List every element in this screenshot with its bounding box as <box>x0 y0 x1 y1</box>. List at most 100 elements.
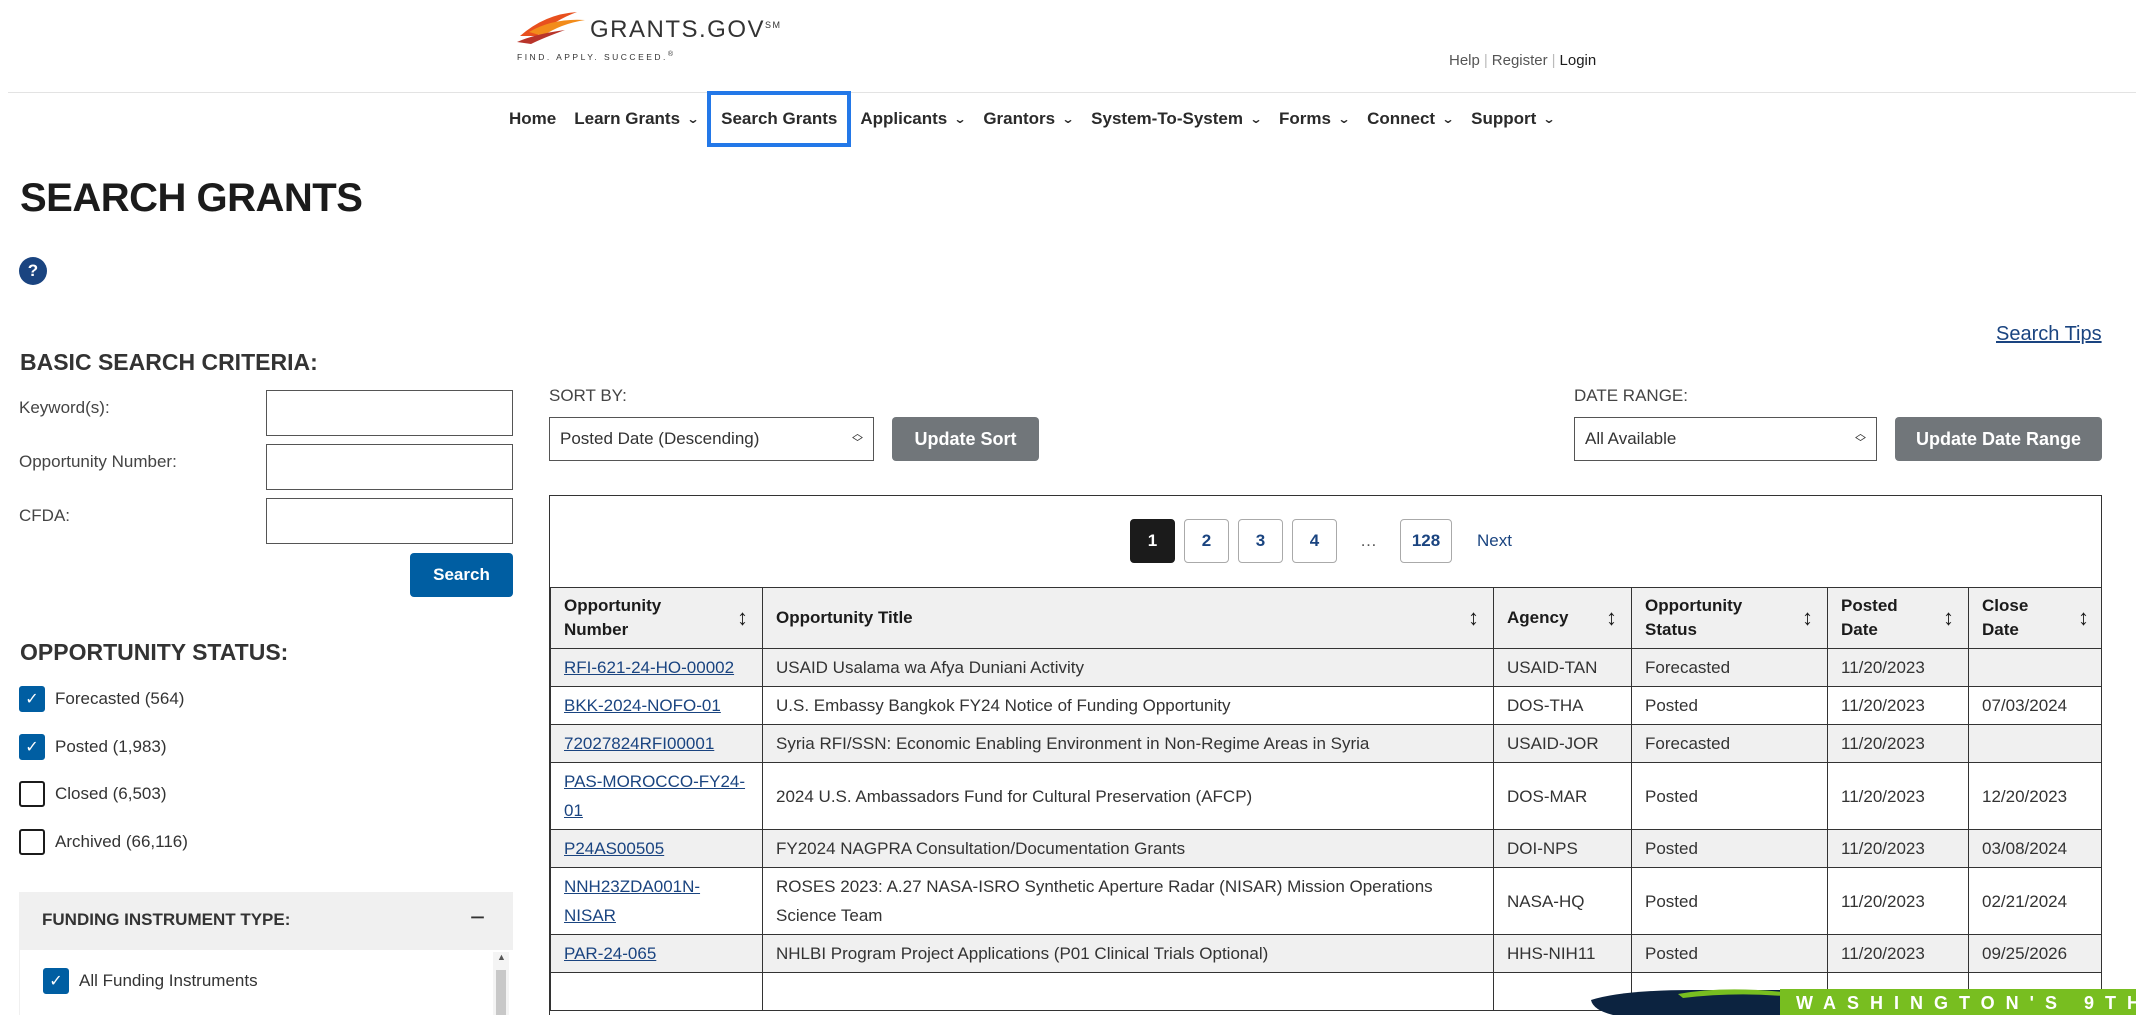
cell-posted-date: 11/20/2023 <box>1827 648 1969 687</box>
opportunity-number-link[interactable]: BKK-2024-NOFO-01 <box>564 696 721 715</box>
washington-9th-banner: WASHINGTON'S 9TH <box>1780 989 2136 1015</box>
sort-select[interactable]: Posted Date (Descending) ︿ ﹀ <box>549 417 874 461</box>
opportunity-number-link[interactable]: P24AS00505 <box>564 839 664 858</box>
opportunity-number-link[interactable]: NNH23ZDA001N-NISAR <box>564 877 700 925</box>
cell-opportunity-number: NNH23ZDA001N-NISAR <box>550 867 763 935</box>
chevron-down-icon: ⌄ <box>1441 112 1455 126</box>
nav-label: Applicants <box>860 109 948 128</box>
status-closed[interactable]: Closed (6,503) <box>19 781 167 807</box>
cell-agency: DOI-NPS <box>1493 829 1632 868</box>
nav-label: Support <box>1471 109 1537 128</box>
sort-arrows-icon[interactable]: ↕ <box>1802 606 1813 630</box>
next-page-link[interactable]: Next <box>1477 531 1512 551</box>
cell-opportunity-title: FY2024 NAGPRA Consultation/Documentation… <box>762 829 1494 868</box>
opportunity-number-link[interactable]: PAS-MOROCCO-FY24-01 <box>564 772 745 820</box>
search-button[interactable]: Search <box>410 553 513 597</box>
checkbox-checked-icon[interactable]: ✓ <box>19 686 45 712</box>
checkbox-empty-icon[interactable] <box>19 829 45 855</box>
opportunity-number-input[interactable] <box>266 444 513 490</box>
sort-arrows-icon[interactable]: ↕ <box>1606 606 1617 630</box>
page-3-button[interactable]: 3 <box>1238 519 1283 563</box>
status-posted[interactable]: ✓ Posted (1,983) <box>19 734 167 760</box>
column-header-opportunity-title[interactable]: Opportunity Title ↕ <box>762 587 1494 649</box>
cell-agency: DOS-MAR <box>1493 762 1632 830</box>
list-scrollbar[interactable]: ▲ <box>493 952 509 1015</box>
nav-label: Forms <box>1279 109 1331 128</box>
update-date-range-button[interactable]: Update Date Range <box>1895 417 2102 461</box>
keyword-row: Keyword(s): <box>19 390 513 436</box>
nav-label: Learn Grants <box>574 109 681 128</box>
column-header-opportunity-status[interactable]: Opportunity Status ↕ <box>1631 587 1828 649</box>
checkbox-checked-icon[interactable]: ✓ <box>43 968 69 994</box>
nav-connect[interactable]: Connect ⌄ <box>1358 91 1462 147</box>
help-icon[interactable]: ? <box>19 257 47 285</box>
funding-all-instruments[interactable]: ✓ All Funding Instruments <box>43 968 258 994</box>
page-4-button[interactable]: 4 <box>1292 519 1337 563</box>
column-label: Close Date <box>1982 596 2029 639</box>
nav-applicants[interactable]: Applicants ⌄ <box>851 91 974 147</box>
sort-arrows-icon[interactable]: ↕ <box>737 606 748 630</box>
link-separator: | <box>1551 52 1556 69</box>
status-label: Closed (6,503) <box>55 784 167 803</box>
opportunity-number-link[interactable]: PAR-24-065 <box>564 944 656 963</box>
funding-instrument-title[interactable]: FUNDING INSTRUMENT TYPE: <box>42 910 290 930</box>
sort-by-label: SORT BY: <box>549 386 627 405</box>
nav-system-to-system[interactable]: System-To-System ⌄ <box>1082 91 1270 147</box>
opportunity-number-link[interactable]: RFI-621-24-HO-00002 <box>564 658 734 677</box>
date-range-select[interactable]: All Available ︿ ﹀ <box>1574 417 1877 461</box>
status-archived[interactable]: Archived (66,116) <box>19 829 188 855</box>
page-1-button[interactable]: 1 <box>1130 519 1175 563</box>
login-link[interactable]: Login <box>1560 52 1597 69</box>
column-header-posted-date[interactable]: Posted Date ↕ <box>1827 587 1969 649</box>
nav-search-grants[interactable]: Search Grants <box>707 91 852 147</box>
sort-select-value: Posted Date (Descending) <box>560 429 760 448</box>
column-header-agency[interactable]: Agency ↕ <box>1493 587 1632 649</box>
table-row: PAR-24-065 NHLBI Program Project Applica… <box>550 934 2101 973</box>
checkbox-empty-icon[interactable] <box>19 781 45 807</box>
nav-label: Connect <box>1367 109 1436 128</box>
update-sort-button[interactable]: Update Sort <box>892 417 1039 461</box>
page-last-button[interactable]: 128 <box>1400 519 1452 563</box>
page-2-button[interactable]: 2 <box>1184 519 1229 563</box>
sort-arrows-icon[interactable]: ↕ <box>1468 606 1479 630</box>
status-forecasted[interactable]: ✓ Forecasted (564) <box>19 686 184 712</box>
flag-swoosh-icon <box>517 12 585 44</box>
nav-home[interactable]: Home <box>500 91 565 147</box>
column-header-close-date[interactable]: Close Date ↕ <box>1968 587 2101 649</box>
select-arrows-icon: ︿ ﹀ <box>852 428 863 449</box>
nav-support[interactable]: Support ⌄ <box>1462 91 1563 147</box>
nav-learn-grants[interactable]: Learn Grants ⌄ <box>565 91 707 147</box>
cell-posted-date: 11/20/2023 <box>1827 934 1969 973</box>
scrollbar-thumb[interactable] <box>496 970 506 1015</box>
opportunity-number-link[interactable]: 72027824RFI00001 <box>564 734 714 753</box>
cfda-input[interactable] <box>266 498 513 544</box>
status-label: Archived (66,116) <box>55 832 188 851</box>
cell-status: Posted <box>1631 829 1828 868</box>
nav-grantors[interactable]: Grantors ⌄ <box>974 91 1082 147</box>
cell-status: Posted <box>1631 762 1828 830</box>
checkbox-checked-icon[interactable]: ✓ <box>19 734 45 760</box>
sort-arrows-icon[interactable]: ↕ <box>1943 606 1954 630</box>
grants-gov-logo[interactable]: GRANTS.GOVSM FIND. APPLY. SUCCEED.® <box>515 6 815 62</box>
keyword-input[interactable] <box>266 390 513 436</box>
chevron-down-icon: ⌄ <box>1337 112 1351 126</box>
column-header-opportunity-number[interactable]: Opportunity Number ↕ <box>550 587 763 649</box>
help-link[interactable]: Help <box>1449 52 1480 69</box>
cell-opportunity-number: 72027824RFI00001 <box>550 724 763 763</box>
scroll-up-arrow-icon[interactable]: ▲ <box>497 952 506 962</box>
search-tips-link[interactable]: Search Tips <box>1996 323 2102 346</box>
cell-status: Posted <box>1631 686 1828 725</box>
opportunity-number-label: Opportunity Number: <box>19 452 177 471</box>
utility-links: Help | Register | Login <box>1449 52 1596 69</box>
cell-opportunity-title: Syria RFI/SSN: Economic Enabling Environ… <box>762 724 1494 763</box>
register-link[interactable]: Register <box>1492 52 1548 69</box>
link-separator: | <box>1483 52 1488 69</box>
nav-forms[interactable]: Forms ⌄ <box>1270 91 1358 147</box>
column-label: Opportunity Number <box>564 596 662 639</box>
chevron-down-icon: ⌄ <box>1249 112 1263 126</box>
collapse-minus-icon[interactable]: − <box>470 902 485 933</box>
chevron-down-icon: ⌄ <box>1542 112 1556 126</box>
cell-opportunity-title: ROSES 2023: A.27 NASA-ISRO Synthetic Ape… <box>762 867 1494 935</box>
date-range-select-value: All Available <box>1585 429 1677 448</box>
sort-arrows-icon[interactable]: ↕ <box>2078 606 2089 630</box>
